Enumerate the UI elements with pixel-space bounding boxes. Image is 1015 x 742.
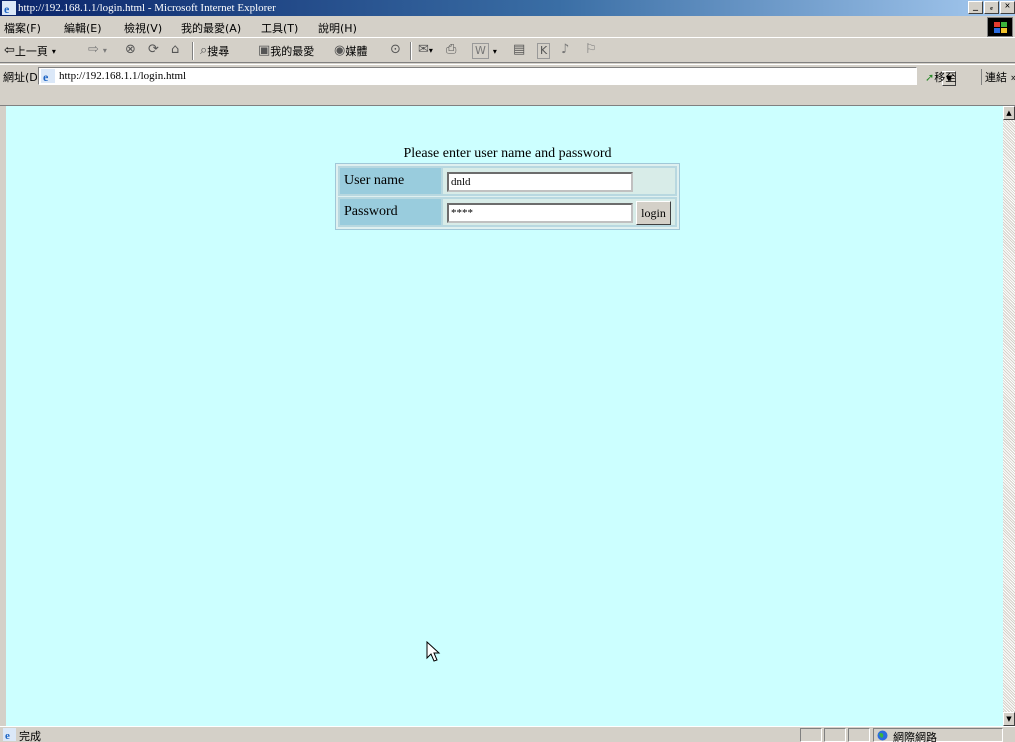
go-arrow-icon: ➚ — [925, 71, 935, 84]
search-button[interactable]: ⌕ 搜尋 — [200, 43, 229, 59]
extra1-icon: ♪ — [561, 42, 570, 57]
edit-dropdown-icon: ▾ — [492, 46, 497, 56]
svg-text:e: e — [43, 70, 49, 83]
window-controls: _ ₑ × — [967, 1, 1015, 14]
status-text: 完成 — [19, 730, 41, 742]
forward-arrow-icon: ⇨ — [88, 42, 99, 57]
extra-button-2[interactable]: ⚐ — [585, 43, 597, 57]
back-button[interactable]: ⇦ 上一頁 ▾ — [4, 43, 56, 59]
username-label: User name — [339, 167, 442, 195]
media-label: 媒體 — [345, 45, 368, 58]
svg-text:e: e — [4, 2, 10, 15]
go-label: 移至 — [934, 71, 957, 84]
favorites-label: 我的最愛 — [270, 45, 315, 58]
stop-button[interactable]: ⊗ — [125, 43, 136, 57]
forward-button[interactable]: ⇨ ▾ — [88, 43, 107, 57]
mouse-cursor-icon — [426, 641, 441, 662]
forward-dropdown-icon: ▾ — [102, 45, 107, 55]
menu-bar: 檔案(F) 編輯(E) 檢視(V) 我的最愛(A) 工具(T) 說明(H) — [0, 16, 1015, 38]
status-pane — [800, 728, 822, 742]
media-icon: ◉ — [334, 43, 346, 58]
home-button[interactable]: ⌂ — [171, 43, 179, 57]
mail-dropdown-icon: ▾ — [428, 45, 433, 55]
address-bar: 網址(D) e http://192.168.1.1/login.html ▼ … — [0, 64, 1015, 86]
menu-file[interactable]: 檔案(F) — [4, 20, 41, 36]
password-input[interactable] — [447, 203, 633, 223]
toolbar-separator — [410, 42, 412, 60]
home-icon: ⌂ — [171, 42, 180, 57]
address-input[interactable]: e http://192.168.1.1/login.html ▼ — [38, 67, 956, 86]
links-button[interactable]: 連結 » — [981, 69, 1015, 85]
history-button[interactable]: ⊙ — [390, 43, 401, 57]
menu-tools[interactable]: 工具(T) — [261, 20, 298, 36]
back-arrow-icon: ⇦ — [4, 43, 15, 58]
edit-button[interactable]: W ▾ — [472, 43, 497, 59]
stop-icon: ⊗ — [125, 42, 136, 57]
password-row: Password login — [338, 197, 677, 227]
security-zone: 網際網路 — [873, 728, 1003, 742]
refresh-icon: ⟳ — [148, 42, 159, 57]
go-button[interactable]: ➚移至 — [925, 69, 956, 85]
discuss-button[interactable]: ▤ — [513, 43, 525, 57]
history-icon: ⊙ — [390, 42, 401, 57]
content-top-frame — [0, 87, 1015, 106]
username-input[interactable] — [447, 172, 633, 192]
restore-button[interactable]: ₑ — [984, 1, 999, 14]
media-button[interactable]: ◉ 媒體 — [334, 43, 367, 59]
page-viewport: Please enter user name and password User… — [6, 106, 1003, 726]
username-row: User name — [338, 166, 677, 196]
scroll-up-button[interactable]: ▲ — [1003, 106, 1015, 120]
status-bar: e 完成 網際網路 — [0, 726, 1015, 742]
status-pane — [824, 728, 846, 742]
ie-icon: e — [2, 1, 16, 15]
favorites-icon: ▣ — [258, 43, 271, 58]
print-icon: ⎙ — [446, 42, 457, 57]
mail-button[interactable]: ✉ ▾ — [418, 43, 433, 57]
word-icon: W — [472, 43, 489, 59]
vertical-scrollbar[interactable]: ▲ ▼ — [1003, 106, 1015, 726]
discuss-icon: ▤ — [513, 42, 526, 57]
menu-help[interactable]: 說明(H) — [318, 20, 357, 36]
window-title: http://192.168.1.1/login.html - Microsof… — [18, 2, 276, 14]
menu-view[interactable]: 檢視(V) — [124, 20, 162, 36]
title-bar: e http://192.168.1.1/login.html - Micros… — [0, 0, 1015, 16]
favorites-button[interactable]: ▣ 我的最愛 — [258, 43, 314, 59]
globe-icon — [877, 730, 888, 741]
mail-icon: ✉ — [418, 42, 429, 57]
search-label: 搜尋 — [207, 45, 230, 58]
scroll-down-button[interactable]: ▼ — [1003, 712, 1015, 726]
print-button[interactable]: ⎙ — [446, 43, 456, 57]
ie-page-icon: e — [41, 69, 55, 83]
menu-favorites[interactable]: 我的最愛(A) — [181, 20, 241, 36]
messenger-button[interactable]: K — [537, 43, 551, 59]
close-button[interactable]: × — [1000, 1, 1015, 14]
extra-button-1[interactable]: ♪ — [561, 43, 569, 57]
browser-window: e http://192.168.1.1/login.html - Micros… — [0, 0, 1015, 742]
standard-toolbar: ⇦ 上一頁 ▾ ⇨ ▾ ⊗ ⟳ ⌂ ⌕ 搜尋 ▣ 我的最愛 ◉ 媒體 ⊙ ✉ ▾… — [0, 39, 1015, 63]
status-pane — [848, 728, 870, 742]
address-label: 網址(D) — [3, 71, 43, 84]
toolbar-separator — [192, 42, 194, 60]
login-table: User name Password login — [335, 163, 680, 230]
minimize-button[interactable]: _ — [968, 1, 983, 14]
messenger-icon: K — [537, 43, 551, 59]
back-dropdown-icon: ▾ — [51, 46, 56, 56]
svg-text:e: e — [5, 730, 10, 741]
search-icon: ⌕ — [200, 43, 208, 58]
login-button[interactable]: login — [636, 201, 671, 225]
password-cell: login — [442, 198, 676, 226]
extra2-icon: ⚐ — [585, 42, 597, 57]
password-label: Password — [339, 198, 442, 226]
back-label: 上一頁 — [14, 45, 48, 58]
menu-edit[interactable]: 編輯(E) — [64, 20, 102, 36]
refresh-button[interactable]: ⟳ — [148, 43, 159, 57]
username-cell — [442, 167, 676, 195]
windows-logo-icon — [987, 17, 1013, 37]
login-caption: Please enter user name and password — [403, 146, 612, 161]
page-done-icon: e — [3, 728, 16, 741]
address-url: http://192.168.1.1/login.html — [59, 70, 187, 82]
zone-text: 網際網路 — [893, 731, 937, 742]
login-form: Please enter user name and password User… — [335, 145, 680, 230]
